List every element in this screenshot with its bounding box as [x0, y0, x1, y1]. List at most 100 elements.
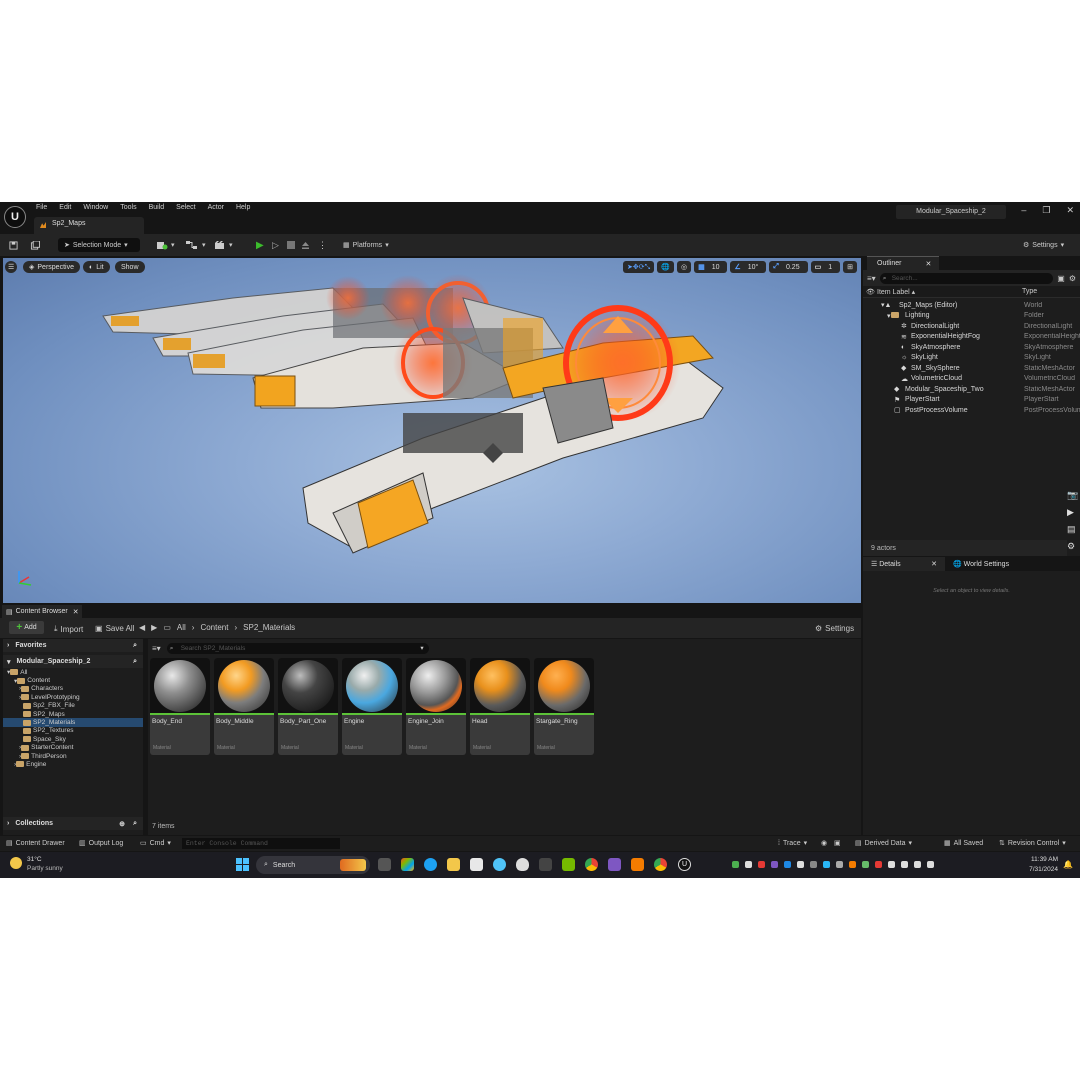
clock-date[interactable]: 7/31/2024 — [1027, 866, 1058, 873]
chrome-icon[interactable] — [585, 858, 598, 871]
level-viewport[interactable]: ☰ ◈ Perspective ◐ Lit Show ➤✥⟳⤡ 🌐 ◎ ▦ 10 ∠ 1… — [3, 258, 861, 603]
asset-tile[interactable]: Body_End Material — [150, 658, 210, 755]
stop-icon[interactable] — [287, 238, 295, 252]
import-button[interactable]: ⤓ Import — [54, 624, 83, 634]
content-drawer-button[interactable]: ▤ Content Drawer — [6, 839, 65, 848]
tray-icon[interactable] — [797, 861, 804, 868]
type-column[interactable]: Type — [1022, 288, 1037, 295]
app-icon[interactable] — [539, 858, 552, 871]
outliner-row[interactable]: ☁ VolumetricCloud VolumetricCloud — [863, 374, 1080, 385]
record-icon[interactable]: ◉ — [821, 839, 827, 847]
tray-icon[interactable] — [732, 861, 739, 868]
taskbar-search[interactable]: ⌕ Search — [256, 856, 370, 874]
revision-control-button[interactable]: ⇅ Revision Control ▾ — [999, 839, 1066, 848]
world-space-icon[interactable]: 🌐 — [657, 261, 674, 273]
cinematics-icon[interactable]: ▾ — [214, 238, 233, 252]
close-icon[interactable]: ✕ — [73, 608, 79, 616]
screenshot-icon[interactable]: ▣ — [834, 839, 841, 847]
grid-snap-button[interactable]: ▦ 10 — [694, 261, 728, 273]
filter-icon[interactable]: ≡▾ — [867, 274, 876, 283]
play-icon[interactable]: ▶ — [256, 238, 264, 252]
outliner-row[interactable]: ≋ ExponentialHeightFog ExponentialHeightFo… — [863, 332, 1080, 343]
tray-icon[interactable] — [771, 861, 778, 868]
video-icon[interactable]: ▶ — [1067, 507, 1078, 518]
collections-header[interactable]: › Collections ⊕ ⌕ — [3, 817, 143, 830]
weather-temp[interactable]: 31°C — [27, 856, 42, 863]
content-icon[interactable] — [30, 238, 40, 252]
surface-snap-icon[interactable]: ◎ — [676, 261, 692, 273]
camera-speed-button[interactable]: ▭ 1 — [810, 261, 841, 273]
tray-icon[interactable] — [823, 861, 830, 868]
volume-icon[interactable] — [914, 861, 921, 868]
tree-item-levelprototyping[interactable]: › LevelPrototyping — [3, 693, 143, 701]
close-button[interactable]: ✕ — [1066, 205, 1074, 216]
tree-item-content[interactable]: ▾ Content — [3, 676, 143, 685]
save-icon[interactable] — [9, 238, 18, 252]
add-actor-icon[interactable]: ▾ — [156, 238, 175, 252]
console-input[interactable]: Enter Console Command — [182, 838, 340, 849]
edge-icon[interactable] — [424, 858, 437, 871]
scale-snap-button[interactable]: ⤢ 0.25 — [769, 261, 808, 273]
item-label-column[interactable]: Item Label ▴ — [877, 288, 1022, 296]
battery-icon[interactable] — [927, 861, 934, 868]
app-icon[interactable] — [631, 858, 644, 871]
add-folder-icon[interactable]: ▣ — [1057, 274, 1065, 283]
show-button[interactable]: Show — [115, 261, 145, 273]
filter-icon[interactable]: ≡▾ — [152, 644, 161, 653]
history-forward-icon[interactable]: ▶ — [151, 623, 157, 632]
tray-icon[interactable] — [888, 861, 895, 868]
outliner-search-input[interactable]: ⌕ Search... — [879, 272, 1054, 284]
outliner-tab[interactable]: Outliner ✕ — [867, 256, 940, 270]
path-segment[interactable]: All — [177, 623, 186, 632]
store-icon[interactable] — [470, 858, 483, 871]
platforms-dropdown[interactable]: ▦ Platforms ▾ — [343, 238, 389, 252]
all-saved-button[interactable]: ▦ All Saved — [944, 839, 983, 848]
tray-icon[interactable] — [849, 861, 856, 868]
rotation-snap-button[interactable]: ∠ 10° — [730, 261, 767, 273]
gear-icon[interactable]: ⚙ — [1067, 541, 1078, 552]
outliner-row[interactable]: ☼ SkyLight SkyLight — [863, 353, 1080, 364]
path-segment[interactable]: Content — [200, 623, 228, 632]
close-icon[interactable]: ✕ — [931, 560, 937, 568]
menu-help[interactable]: Help — [236, 204, 250, 211]
windows-start-icon[interactable] — [236, 858, 249, 873]
tray-icon[interactable] — [745, 861, 752, 868]
outliner-row[interactable]: ▾ Lighting Folder — [863, 311, 1080, 322]
lit-button[interactable]: ◐ Lit — [83, 261, 110, 273]
search-icon[interactable]: ⌕ — [133, 642, 137, 650]
outliner-row[interactable]: ✲ DirectionalLight DirectionalLight — [863, 321, 1080, 332]
minimize-button[interactable]: – — [1021, 205, 1026, 216]
asset-tile[interactable]: Engine Material — [342, 658, 402, 755]
notification-icon[interactable]: 🔔 — [1063, 860, 1073, 869]
project-header[interactable]: ▾ Modular_Spaceship_2 ⌕ — [3, 655, 143, 668]
asset-tile[interactable]: Head Material — [470, 658, 530, 755]
weather-icon[interactable] — [10, 857, 22, 869]
selection-mode-dropdown[interactable]: ➤ Selection Mode ▾ — [58, 238, 140, 252]
tray-icon[interactable] — [810, 861, 817, 868]
clock-time[interactable]: 11:39 AM — [1030, 856, 1058, 863]
tray-icon[interactable] — [862, 861, 869, 868]
add-button[interactable]: + Add — [9, 621, 44, 634]
tree-item-sp2-textures[interactable]: SP2_Textures — [3, 727, 143, 735]
gear-icon[interactable]: ⚙ — [1069, 274, 1076, 283]
outliner-row[interactable]: ◐ SkyAtmosphere SkyAtmosphere — [863, 342, 1080, 353]
outliner-row[interactable]: ◆ SM_SkySphere StaticMeshActor — [863, 363, 1080, 374]
content-browser-tab[interactable]: ▤ Content Browser ✕ — [2, 605, 82, 618]
menu-window[interactable]: Window — [83, 204, 108, 211]
add-collection-icon[interactable]: ⊕ — [119, 820, 125, 828]
asset-tile[interactable]: Stargate_Ring Material — [534, 658, 594, 755]
menu-actor[interactable]: Actor — [208, 204, 224, 211]
tree-item-sp2-fbx-file[interactable]: Sp2_FBX_File — [3, 702, 143, 710]
select-tool-icon[interactable]: ➤✥⟳⤡ — [623, 261, 655, 273]
tree-item-startercontent[interactable]: › StarterContent — [3, 744, 143, 752]
tree-item-all[interactable]: ▾ All — [3, 668, 143, 677]
app-icon[interactable] — [493, 858, 506, 871]
asset-tile[interactable]: Engine_Join Material — [406, 658, 466, 755]
nvidia-icon[interactable] — [562, 858, 575, 871]
tray-icon[interactable] — [784, 861, 791, 868]
history-back-icon[interactable]: ◀ — [139, 623, 145, 632]
unreal-taskbar-icon[interactable]: U — [678, 858, 691, 871]
outliner-row[interactable]: ▢ PostProcessVolume PostProcessVolume — [863, 405, 1080, 416]
wifi-icon[interactable] — [901, 861, 908, 868]
document-tab[interactable]: Sp2_Maps — [34, 217, 144, 234]
